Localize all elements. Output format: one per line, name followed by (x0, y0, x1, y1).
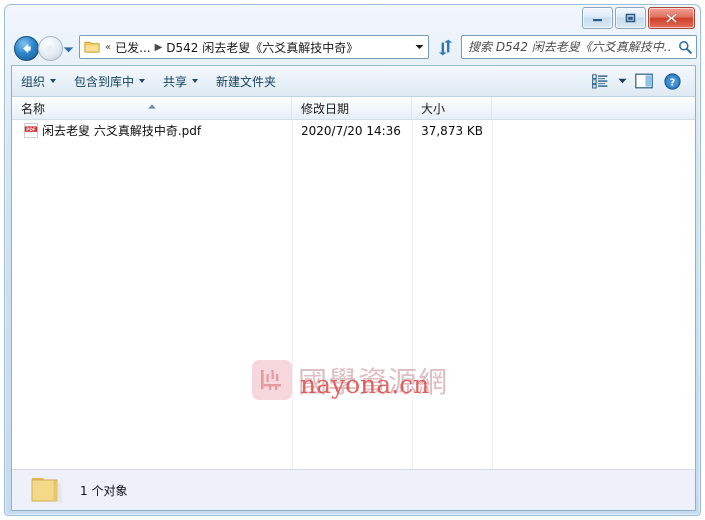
column-divider (292, 120, 293, 469)
organize-button[interactable]: 组织 (12, 70, 65, 93)
search-box[interactable] (461, 35, 697, 59)
include-in-library-label: 包含到库中 (74, 74, 135, 89)
column-header-date-label: 修改日期 (301, 101, 350, 116)
breadcrumb-item-2[interactable]: D542 闲去老叟《六爻真解技中奇》 (165, 39, 359, 56)
svg-text:PDF: PDF (26, 127, 36, 132)
address-bar[interactable]: « 已发... ▶ D542 闲去老叟《六爻真解技中奇》 (79, 35, 429, 59)
navigation-row: « 已发... ▶ D542 闲去老叟《六爻真解技中奇》 (5, 31, 700, 65)
watermark-url: nayona.cn (300, 370, 430, 399)
refresh-button[interactable] (433, 35, 457, 59)
svg-text:?: ? (669, 77, 675, 88)
preview-pane-button[interactable] (631, 70, 657, 93)
status-item-count: 1 个对象 (80, 483, 128, 498)
search-input[interactable] (462, 39, 674, 55)
close-button[interactable] (648, 7, 695, 29)
help-icon: ? (663, 72, 681, 90)
chevron-down-icon (618, 78, 626, 84)
recent-locations-button[interactable] (63, 43, 74, 57)
address-dropdown-button[interactable] (411, 44, 428, 50)
explorer-window: « 已发... ▶ D542 闲去老叟《六爻真解技中奇》 搜索 D542 闲去老… (4, 4, 701, 516)
chevron-down-icon (415, 45, 424, 49)
chevron-down-icon (63, 47, 74, 53)
share-button[interactable]: 共享 (154, 70, 207, 93)
status-bar: 1 个对象 (12, 469, 695, 510)
client-area: 组织 包含到库中 共享 新建文件夹 ? 名称 修改日期 大小 國學資源網 nay… (11, 65, 696, 511)
watermark-site-name: 國學資源網 (298, 365, 449, 399)
new-folder-label: 新建文件夹 (216, 74, 277, 89)
chevron-down-icon (139, 79, 146, 83)
share-label: 共享 (163, 74, 188, 89)
title-bar (5, 5, 700, 31)
preview-pane-icon (635, 73, 653, 89)
chevron-down-icon (50, 79, 57, 83)
file-size-cell: 37,873 KB (421, 123, 483, 138)
chevron-down-icon (192, 79, 199, 83)
back-arrow-icon (23, 43, 31, 54)
toolbar-right-group: ? (587, 70, 695, 93)
maximize-button[interactable] (615, 7, 646, 29)
column-divider (412, 120, 413, 469)
sort-ascending-icon (147, 98, 156, 112)
change-view-button[interactable] (587, 70, 613, 93)
file-name-cell: PDF 闲去老叟 六爻真解技中奇.pdf (12, 122, 292, 139)
include-in-library-button[interactable]: 包含到库中 (65, 70, 154, 93)
breadcrumb-separator-icon[interactable]: ▶ (154, 42, 164, 53)
organize-label: 组织 (21, 74, 46, 89)
site-watermark: 國學資源網 nayona.cn (252, 354, 492, 406)
breadcrumb-item-1[interactable]: 已发... (114, 39, 151, 56)
column-header-date-modified[interactable]: 修改日期 (292, 97, 412, 119)
forward-arrow-icon (46, 43, 54, 54)
command-toolbar: 组织 包含到库中 共享 新建文件夹 ? (12, 66, 695, 97)
column-header-blank[interactable] (492, 97, 695, 119)
column-header-size-label: 大小 (421, 101, 446, 116)
back-button[interactable] (14, 36, 39, 61)
breadcrumb-overflow-icon[interactable]: « (104, 42, 112, 53)
list-view-icon (592, 73, 608, 89)
pdf-file-icon: PDF (24, 123, 38, 138)
folder-icon (30, 475, 64, 505)
file-list[interactable]: 國學資源網 nayona.cn PDF 闲去老叟 六爻真解技中奇.pdf 202… (12, 120, 695, 469)
watermark-logo (252, 360, 292, 400)
breadcrumb: « 已发... ▶ D542 闲去老叟《六爻真解技中奇》 (102, 39, 411, 56)
forward-button[interactable] (38, 36, 63, 61)
file-date-cell: 2020/7/20 14:36 (301, 123, 401, 138)
table-row[interactable]: PDF 闲去老叟 六爻真解技中奇.pdf 2020/7/20 14:36 37,… (12, 120, 695, 141)
column-header-name-label: 名称 (21, 101, 46, 116)
column-header-row: 名称 修改日期 大小 (12, 97, 695, 120)
column-header-size[interactable]: 大小 (412, 97, 492, 119)
window-controls (582, 7, 695, 29)
close-icon (665, 13, 678, 24)
help-button[interactable]: ? (659, 70, 685, 93)
minimize-icon (593, 18, 602, 21)
column-header-name[interactable]: 名称 (12, 97, 292, 119)
maximize-icon (625, 13, 636, 23)
refresh-icon (438, 39, 452, 55)
column-divider (492, 120, 493, 469)
watermark-logo-icon (261, 370, 281, 390)
change-view-dropdown-button[interactable] (615, 70, 629, 93)
file-name-label: 闲去老叟 六爻真解技中奇.pdf (42, 124, 202, 138)
new-folder-button[interactable]: 新建文件夹 (207, 70, 285, 93)
folder-icon (84, 40, 100, 54)
minimize-button[interactable] (582, 7, 613, 29)
search-icon[interactable] (674, 40, 696, 54)
